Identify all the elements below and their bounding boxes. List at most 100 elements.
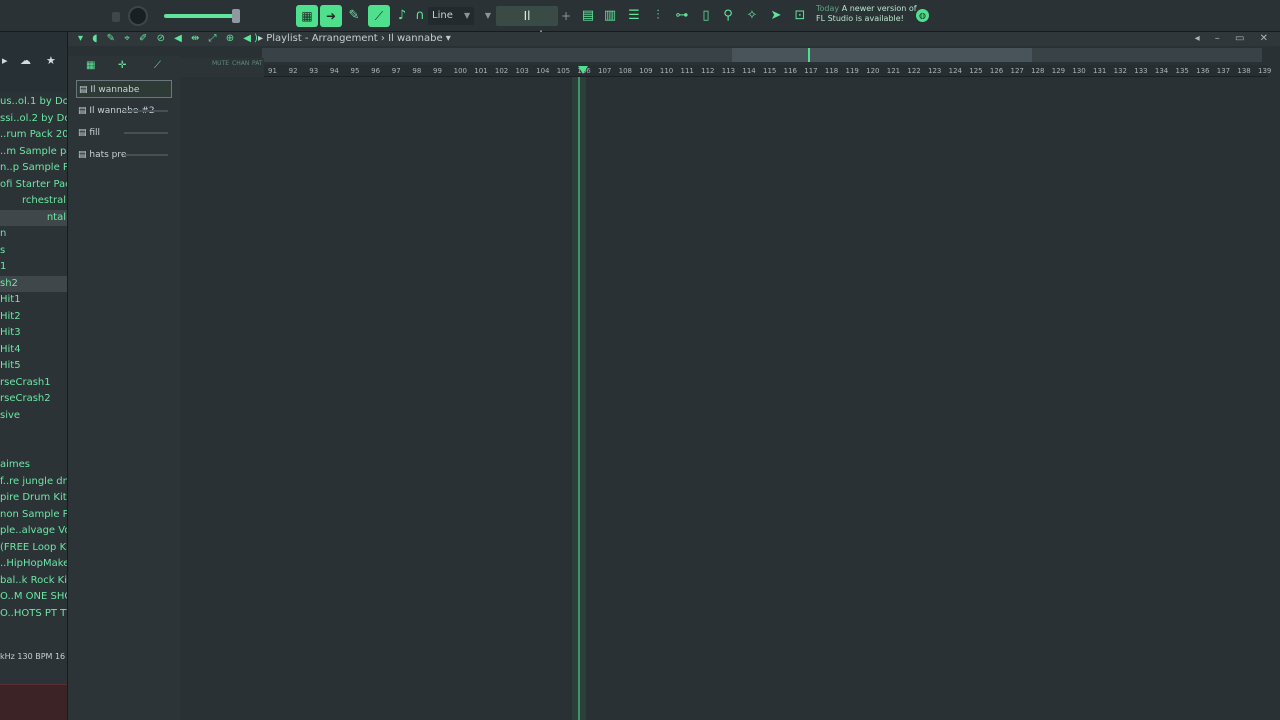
pat-toggle-label[interactable]: PAT [252, 60, 263, 67]
ruler-bar-number: 138 [1237, 67, 1251, 75]
plug-icon[interactable]: ⚲ [718, 6, 738, 26]
browser-item[interactable]: sh2 [0, 275, 67, 292]
browser-item[interactable] [0, 424, 67, 441]
timeline-ruler[interactable]: 91 92 93 94 95 96 97 98 99 100 101 102 103 104 105 106 1… [264, 65, 1271, 77]
slider-handle[interactable] [232, 9, 240, 23]
browser-item[interactable]: ..HipHopMakers [0, 556, 67, 573]
picker-edit-icon[interactable]: ⟋ [154, 60, 161, 71]
ruler-bar-number: 99 [433, 67, 442, 75]
piano-roll-icon[interactable]: ▥ [600, 6, 620, 26]
cloud-icon[interactable]: ☁ [20, 54, 31, 67]
ruler-bar-number: 124 [948, 67, 962, 75]
browser-item[interactable]: f..re jungle dnb [0, 474, 67, 491]
picker-toggle-icon[interactable]: ▦ [86, 60, 95, 71]
ruler-bar-number: 135 [1175, 67, 1189, 75]
window-controls[interactable]: ◂ – ▭ ✕ [1195, 32, 1274, 46]
magnet-icon[interactable]: ∩ [410, 6, 430, 26]
ruler-bar-number: 95 [350, 67, 360, 75]
ruler-bar-number: 102 [494, 67, 509, 75]
browser-item[interactable]: aimes [0, 457, 67, 474]
track-list [180, 77, 1280, 720]
picker-pattern-label: ▤ hats pre [78, 150, 127, 160]
metronome-button[interactable]: ⟋ [368, 5, 390, 27]
browser-item[interactable]: 1 [0, 259, 67, 276]
pattern-dropdown-button[interactable]: ▼ [482, 7, 494, 25]
browser-item[interactable]: rseCrash1 [0, 375, 67, 392]
ruler-bar-number: 113 [721, 67, 736, 75]
browser-item[interactable]: Hit1 [0, 292, 67, 309]
browser-item[interactable]: pire Drum Kit [0, 490, 67, 507]
ruler-bar-number: 103 [515, 67, 529, 75]
browser-item[interactable]: ple..alvage Vol. 1 [0, 523, 67, 540]
back-icon[interactable]: ▸ [2, 54, 8, 67]
browser-item[interactable]: n [0, 226, 67, 243]
picker-pattern-item[interactable]: ▤ hats pre [76, 146, 172, 164]
ruler-bar-number: 119 [845, 67, 859, 75]
star-icon[interactable]: ★ [46, 54, 56, 67]
master-volume-knob[interactable] [128, 6, 148, 26]
ruler-bar-number: 131 [1093, 67, 1107, 75]
browser-item[interactable]: ntal [0, 209, 67, 226]
browser-item[interactable]: sive [0, 408, 67, 425]
master-pitch-slider[interactable] [164, 14, 236, 18]
cart-icon[interactable]: ⊡ [790, 6, 810, 26]
playlist-titlebar: ▾ ◖ ✎ ⌖ ✐ ⊘ ◀ ⇹ ⤢ ⊕ ◀) ▸ Playlist - Arra… [68, 32, 1280, 46]
picker-pattern-item[interactable]: ▤ Il wannabe #2 [76, 102, 172, 120]
playlist-icon[interactable]: ▤ [578, 6, 598, 26]
overview-view-range[interactable] [732, 48, 1032, 62]
browser-item[interactable]: s [0, 243, 67, 260]
wrench-icon[interactable]: ✧ [742, 6, 762, 26]
draw-tool-icon[interactable]: ✎ [344, 6, 364, 26]
browser-item[interactable]: non Sample Pack [0, 507, 67, 524]
picker-pattern-preview [124, 154, 168, 156]
ruler-bar-number: 96 [371, 67, 381, 75]
pattern-icon: ▦ [301, 9, 313, 23]
mixer-icon[interactable]: ⫶ [648, 6, 668, 26]
song-mode-button[interactable]: ➜ [320, 5, 342, 27]
browser-item[interactable]: n..p Sample Pack [0, 160, 67, 177]
pattern-picker: ▦ ✛ ⟋ ▤ Il wannabe ▤ Il wannabe #2 ▤ fill ▤… [68, 56, 180, 720]
browser-item[interactable] [0, 441, 67, 458]
browser-item[interactable]: O..HOTS PT TWO [0, 606, 67, 623]
browser-item[interactable]: O..M ONE SHOTS [0, 589, 67, 606]
ruler-bar-number: 125 [969, 67, 983, 75]
file-icon[interactable]: ▯ [696, 6, 716, 26]
browser-item[interactable]: bal..k Rock Kit ) [0, 573, 67, 590]
add-pattern-button[interactable]: + [560, 6, 572, 26]
ruler-bar-number: 128 [1031, 67, 1045, 75]
ruler-bar-number: 97 [391, 67, 401, 75]
browser-item[interactable]: Hit5 [0, 358, 67, 375]
browser-item[interactable]: Hit4 [0, 342, 67, 359]
pattern-selector[interactable]: Il wannabe [496, 6, 558, 43]
browser-item[interactable]: ofi Starter Pack [0, 177, 67, 194]
browser-item[interactable]: ..m Sample pack [0, 144, 67, 161]
news-panel[interactable]: Today A newer version of FL Studio is av… [816, 4, 926, 24]
channel-rack-icon[interactable]: ☰ [624, 6, 644, 26]
browser-header: ▸ ☁ ★ [0, 32, 67, 92]
ruler-bar-number: 94 [329, 67, 339, 75]
tree-icon[interactable]: ⊶ [672, 6, 692, 26]
browser-item[interactable]: ssi..ol.2 by Donit [0, 111, 67, 128]
browser-item[interactable]: Hit2 [0, 309, 67, 326]
pattern-mode-button[interactable]: ▦ [296, 5, 318, 27]
picker-pattern-item[interactable]: ▤ Il wannabe [76, 80, 172, 98]
picker-pattern-item[interactable]: ▤ fill [76, 124, 172, 142]
globe-icon[interactable]: ◍ [916, 9, 929, 22]
ruler-bar-number: 118 [824, 67, 839, 75]
chan-toggle-label[interactable]: CHAN [232, 60, 249, 67]
browser-item[interactable]: us..ol.1 by Donit [0, 94, 67, 111]
playhead-marker[interactable] [578, 66, 588, 74]
bell-icon[interactable]: ♪ [392, 6, 412, 26]
send-icon[interactable]: ➤ [766, 6, 786, 26]
playlist-overview-scrollbar[interactable] [262, 48, 1262, 62]
playlist-tools[interactable]: ▾ ◖ ✎ ⌖ ✐ ⊘ ◀ ⇹ ⤢ ⊕ ◀) [78, 32, 261, 46]
browser-item[interactable]: rchestral [0, 193, 67, 210]
playlist-title-text: Playlist - Arrangement [266, 33, 378, 44]
playlist-pattern-text: Il wannabe [388, 33, 443, 44]
mute-toggle-label[interactable]: MUTE [212, 60, 229, 67]
browser-item[interactable]: Hit3 [0, 325, 67, 342]
picker-add-icon[interactable]: ✛ [118, 60, 126, 71]
browser-item[interactable]: ..rum Pack 2018 [0, 127, 67, 144]
browser-item[interactable]: (FREE Loop Kit) [0, 540, 67, 557]
browser-item[interactable]: rseCrash2 [0, 391, 67, 408]
